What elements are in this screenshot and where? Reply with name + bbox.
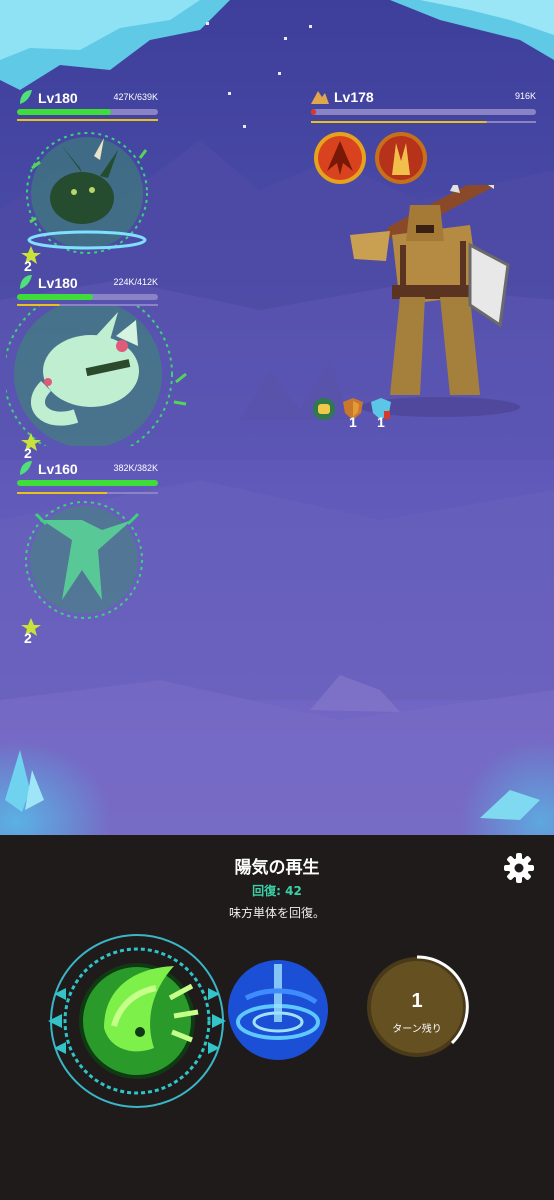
ally-3-level: Lv160 [38, 461, 78, 477]
skill-button-water-vortex[interactable] [226, 958, 330, 1062]
ally-2-level: Lv180 [38, 275, 78, 291]
ally-1-level: Lv180 [38, 90, 78, 106]
enemy-skill-flame-burst-icon[interactable] [374, 131, 428, 185]
enemy-level: Lv178 [334, 89, 374, 105]
ally-2-hp-fill [17, 294, 94, 300]
ally-3-portrait[interactable] [22, 500, 150, 620]
enemy-charge-bar [311, 121, 536, 123]
ally-1-hp-text: 427K/639K [113, 92, 158, 102]
ally-3-hp-bar [17, 480, 158, 486]
ally-2-hp-bar [17, 294, 158, 300]
enemy-ogre-sprite[interactable] [330, 165, 530, 420]
ally-1-portrait[interactable] [22, 128, 152, 258]
ally-1-buff-count: 2 [24, 258, 32, 274]
enemy-skill-fire-icon[interactable] [313, 131, 367, 185]
ally-2-hp-text: 224K/412K [113, 277, 158, 287]
enemy-hp-text: 916K [514, 91, 536, 101]
enemy-status-crystal-count: 1 [377, 414, 385, 430]
ally-1-hp-bar [17, 109, 158, 115]
ally-3-hp-fill [17, 480, 158, 486]
ally-2-portrait[interactable] [3, 289, 192, 459]
earth-element-icon [310, 87, 330, 109]
skill-button-regeneration[interactable] [44, 928, 230, 1114]
gear-icon [504, 853, 534, 883]
enemy-status-fist-icon [312, 397, 336, 425]
ally-3-charge-bar [17, 492, 158, 494]
leaf-element-icon [18, 273, 34, 295]
skill-description: 味方単体を回復。 [228, 906, 325, 920]
battle-arena: Lv180 427K/639K 2 Lv180 224K/412K 2 Lv16… [0, 0, 554, 835]
leaf-element-icon [18, 88, 34, 110]
skill-name: 陽気の再生 [234, 858, 320, 878]
skill-heal-amount: 回復: 42 [252, 884, 302, 898]
ally-1-hp-fill [17, 109, 112, 115]
leaf-element-icon [18, 459, 34, 481]
enemy-hp-bar [311, 109, 536, 115]
ally-1-charge-bar [17, 119, 158, 121]
ally-3-buff-count: 2 [24, 630, 32, 646]
cooldown-turns: 1 [411, 990, 423, 1012]
cooldown-label: ターン残り [392, 1024, 442, 1035]
enemy-hp-fill [311, 109, 316, 115]
settings-gear-button[interactable] [503, 852, 535, 884]
ally-3-hp-text: 382K/382K [113, 463, 158, 473]
enemy-status-shield-count: 1 [349, 414, 357, 430]
